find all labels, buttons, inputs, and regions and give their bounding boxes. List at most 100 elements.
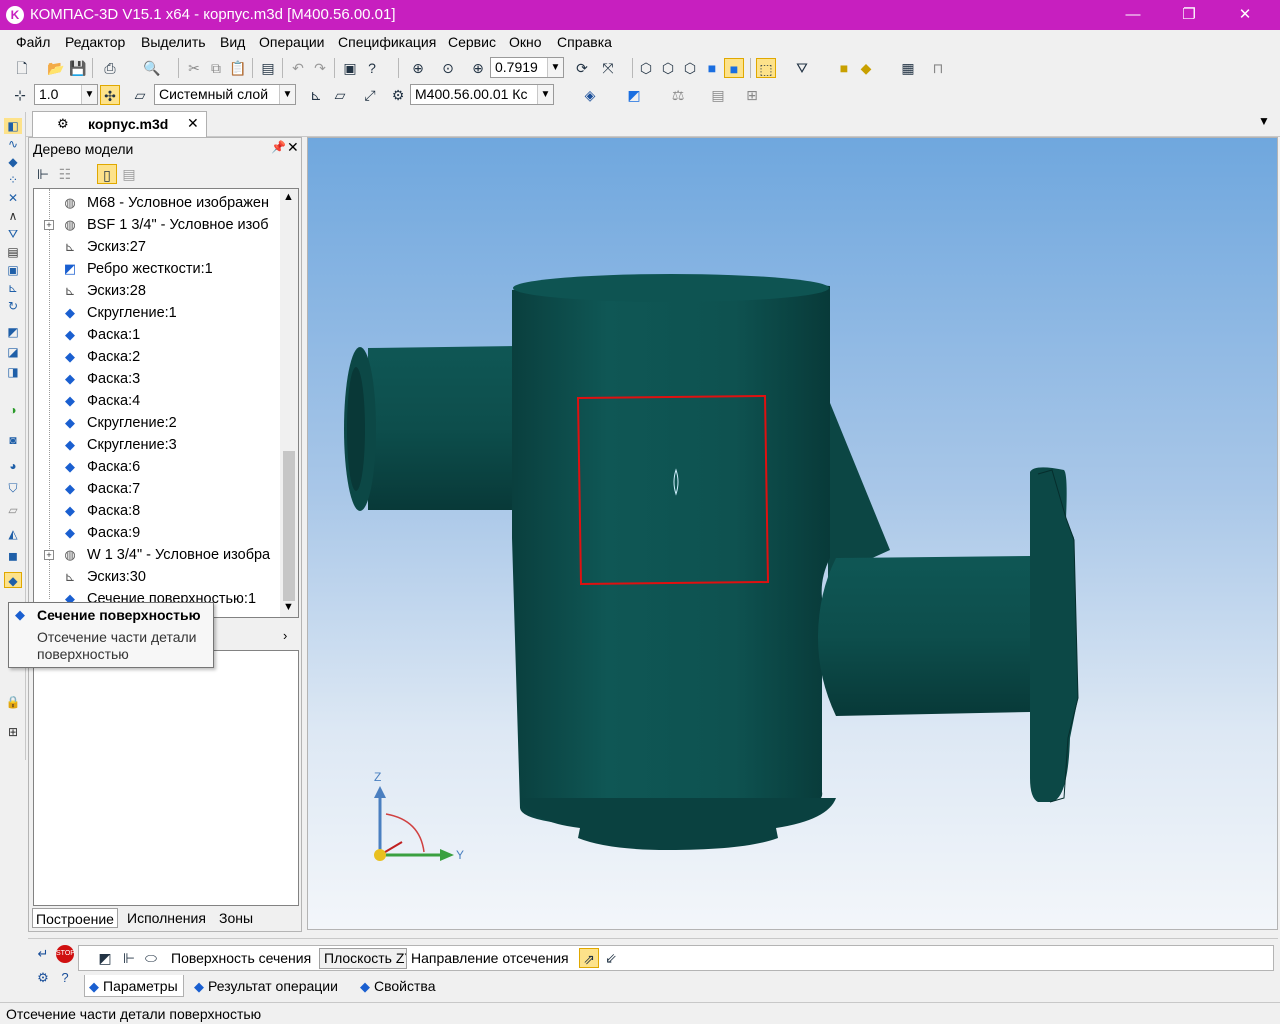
- extrude-icon[interactable]: ◩: [4, 324, 22, 340]
- tree-item[interactable]: ◩ Ребро жесткости:1: [34, 258, 280, 280]
- close-panel-icon[interactable]: ✕: [287, 139, 299, 156]
- lock-icon[interactable]: 🔒: [4, 694, 22, 710]
- filter-icon[interactable]: ⛛: [792, 58, 812, 78]
- zoom-combo[interactable]: 0.7919 ▼: [490, 57, 564, 78]
- tree-item[interactable]: ◆ Фаска:6: [34, 456, 280, 478]
- dims-icon[interactable]: ⊞: [742, 85, 762, 105]
- table-icon[interactable]: ▤: [708, 85, 728, 105]
- layer-icon[interactable]: ▱: [130, 85, 150, 105]
- tab-properties[interactable]: ◆ Свойства: [356, 975, 456, 997]
- box-tool-icon[interactable]: ◼: [4, 548, 22, 564]
- designation-icon[interactable]: ⚙: [388, 85, 408, 105]
- rib-tool-icon[interactable]: ▱: [4, 502, 22, 518]
- tree-item[interactable]: ◆ Фаска:2: [34, 346, 280, 368]
- tree-list-icon[interactable]: ▤: [119, 164, 139, 184]
- section-surface-tool-icon[interactable]: ◆: [4, 572, 22, 588]
- part-model[interactable]: [344, 274, 1079, 850]
- tree-item[interactable]: + ◍ BSF 1 3/4" - Условное изоб: [34, 214, 280, 236]
- expand-icon[interactable]: +: [44, 550, 54, 560]
- menu-edit[interactable]: Редактор: [65, 34, 125, 50]
- wireframe-icon[interactable]: ⬡: [636, 58, 656, 78]
- zoom-all-icon[interactable]: ⊙: [438, 58, 458, 78]
- model-view-svg[interactable]: Z Y: [308, 138, 1277, 929]
- tab-versions[interactable]: Исполнения: [124, 908, 209, 928]
- mcc-icon[interactable]: ⚖: [668, 85, 688, 105]
- tree-item[interactable]: ◆ Скругление:2: [34, 412, 280, 434]
- help-icon[interactable]: ?: [56, 969, 74, 987]
- layer-combo[interactable]: Системный слой ▼: [154, 84, 296, 105]
- create-object-icon[interactable]: ↵: [34, 945, 52, 963]
- properties-icon[interactable]: ▤: [258, 58, 278, 78]
- direction-forward-icon[interactable]: ⇗: [579, 948, 599, 968]
- close-tab-icon[interactable]: ✕: [187, 115, 199, 132]
- open-file-icon[interactable]: 📂: [46, 58, 66, 78]
- shell-icon[interactable]: ⛉: [4, 480, 22, 496]
- tree-item[interactable]: ◆ Скругление:3: [34, 434, 280, 456]
- minimize-button[interactable]: —: [1110, 0, 1156, 30]
- fillet-tool-icon[interactable]: ◕: [4, 458, 22, 474]
- step-combo[interactable]: 1.0 ▼: [34, 84, 98, 105]
- chevron-down-icon[interactable]: ▼: [279, 85, 295, 104]
- measure-icon[interactable]: ⊓: [928, 58, 948, 78]
- draft-icon[interactable]: ◭: [4, 526, 22, 542]
- tree-scrollbar[interactable]: ▲ ▼: [280, 189, 298, 617]
- box-icon[interactable]: ■: [834, 58, 854, 78]
- tree-item[interactable]: ◆ Скругление:1: [34, 302, 280, 324]
- scroll-down-icon[interactable]: ▼: [283, 601, 294, 613]
- menu-file[interactable]: Файл: [16, 34, 50, 50]
- tree-item[interactable]: ◆ Фаска:3: [34, 368, 280, 390]
- tree-mode-icon[interactable]: ▯: [97, 164, 117, 184]
- print-preview-icon[interactable]: 🔍: [142, 58, 162, 78]
- select-surface-icon[interactable]: ◩: [95, 948, 115, 968]
- new-file-icon[interactable]: 🗋: [12, 58, 32, 78]
- hole-icon[interactable]: ◙: [4, 432, 22, 448]
- paste-icon[interactable]: 📋: [228, 58, 248, 78]
- menu-window[interactable]: Окно: [509, 34, 542, 50]
- revolve-icon[interactable]: ◪: [4, 344, 22, 360]
- manager-icon[interactable]: ▣: [340, 58, 360, 78]
- cylinder-icon[interactable]: ⬭: [141, 948, 161, 968]
- zoom-scale-icon[interactable]: ⊕: [468, 58, 488, 78]
- maximize-button[interactable]: ❐: [1166, 0, 1212, 30]
- perspective-icon[interactable]: ⬚: [756, 58, 776, 78]
- rotate-icon[interactable]: ⟳: [572, 58, 592, 78]
- edit-part-icon[interactable]: ◧: [4, 118, 22, 134]
- thin-lines-icon[interactable]: ⬡: [680, 58, 700, 78]
- direction-reverse-icon[interactable]: ⇙: [601, 948, 621, 968]
- aux-geometry-icon[interactable]: ✕: [4, 190, 22, 206]
- tree-item[interactable]: ◆ Фаска:7: [34, 478, 280, 500]
- undo-icon[interactable]: ↶: [288, 58, 308, 78]
- menu-operations[interactable]: Операции: [259, 34, 325, 50]
- pin-icon[interactable]: 📌: [271, 140, 286, 154]
- coordinate-system-icon[interactable]: ⊾: [306, 85, 326, 105]
- menu-service[interactable]: Сервис: [448, 34, 496, 50]
- tree-item[interactable]: ◆ Фаска:4: [34, 390, 280, 412]
- loft-icon[interactable]: ◨: [4, 364, 22, 380]
- chevron-down-icon[interactable]: ▼: [81, 85, 97, 104]
- array-icon[interactable]: ⁘: [4, 172, 22, 188]
- tree-item[interactable]: ⊾ Эскиз:30: [34, 566, 280, 588]
- surface-field[interactable]: Плоскость ZY: [319, 948, 407, 969]
- tree-item[interactable]: ◆ Фаска:1: [34, 324, 280, 346]
- model-viewport[interactable]: Z Y: [307, 137, 1278, 930]
- route-icon[interactable]: ↻: [4, 298, 22, 314]
- tree-item[interactable]: ⊾ Эскиз:27: [34, 236, 280, 258]
- chevron-down-icon[interactable]: ▼: [537, 85, 553, 104]
- auto-create-icon[interactable]: ⚙: [34, 969, 52, 987]
- tree-structure-icon[interactable]: ⊩: [33, 164, 53, 184]
- step-icon[interactable]: ⊹: [10, 85, 30, 105]
- group-icon[interactable]: ⊞: [4, 724, 22, 740]
- cut-icon[interactable]: ✂: [184, 58, 204, 78]
- document-tab[interactable]: ⚙ корпус.m3d ✕: [32, 111, 207, 137]
- dimension-icon[interactable]: ⊾: [4, 280, 22, 296]
- shaded-edges-icon[interactable]: ■: [724, 58, 744, 78]
- redo-icon[interactable]: ↷: [310, 58, 330, 78]
- diagnostics-icon[interactable]: ∧: [4, 208, 22, 224]
- mirror-icon[interactable]: ◑: [4, 402, 22, 418]
- scroll-up-icon[interactable]: ▲: [283, 191, 294, 203]
- stop-icon[interactable]: STOP: [56, 945, 75, 963]
- print-icon[interactable]: ⎙: [100, 58, 120, 78]
- chevron-down-icon[interactable]: ▼: [547, 58, 563, 77]
- grid-snap-icon[interactable]: ✣: [100, 85, 120, 105]
- expand-icon[interactable]: +: [44, 220, 54, 230]
